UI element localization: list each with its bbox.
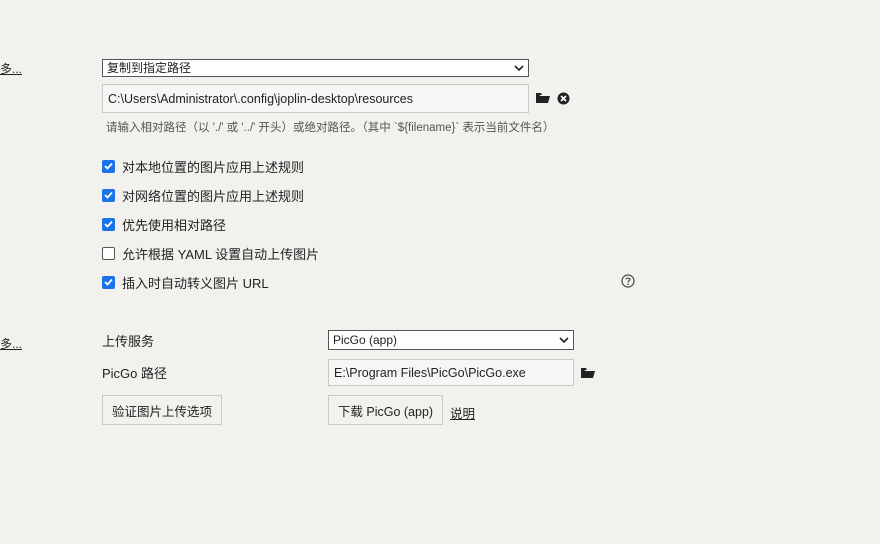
picgo-path-input[interactable]: E:\Program Files\PicGo\PicGo.exe — [328, 359, 574, 386]
chevron-down-icon — [512, 61, 526, 75]
clear-circle-icon[interactable] — [555, 90, 571, 106]
more-link-image-insert[interactable]: 更多... — [0, 60, 22, 77]
copy-mode-select-value: 复制到指定路径 — [107, 61, 192, 75]
help-link[interactable]: 说明 — [450, 403, 475, 422]
picgo-path-label: PicGo 路径 — [102, 366, 168, 381]
image-path-input-value: C:\Users\Administrator\.config\joplin-de… — [108, 91, 413, 106]
checkbox-escape-url[interactable] — [102, 275, 115, 289]
checkbox-row-yaml-upload[interactable]: 允许根据 YAML 设置自动上传图片 — [102, 244, 319, 262]
checkbox-row-relative-path[interactable]: 优先使用相对路径 — [102, 215, 226, 233]
upload-service-select[interactable]: PicGo (app) — [328, 330, 574, 350]
folder-icon[interactable] — [580, 365, 596, 381]
image-path-input[interactable]: C:\Users\Administrator\.config\joplin-de… — [102, 84, 529, 113]
checkbox-label: 对网络位置的图片应用上述规则 — [122, 188, 305, 204]
checkbox-row-escape-url[interactable]: 插入时自动转义图片 URL — [102, 273, 269, 291]
checkbox-row-network-images[interactable]: 对网络位置的图片应用上述规则 — [102, 186, 304, 204]
chevron-down-icon — [557, 333, 571, 347]
copy-mode-select[interactable]: 复制到指定路径 — [102, 59, 529, 77]
path-hint-text: 请输入相对路径（以 './' 或 '../' 开头）或绝对路径。（其中 `${f… — [106, 122, 555, 134]
more-link-upload[interactable]: 更多... — [0, 335, 22, 352]
download-picgo-button[interactable]: 下载 PicGo (app) — [328, 395, 443, 425]
folder-icon[interactable] — [535, 90, 551, 106]
verify-upload-button[interactable]: 验证图片上传选项 — [102, 395, 222, 425]
checkbox-label: 优先使用相对路径 — [122, 217, 227, 233]
checkbox-label: 插入时自动转义图片 URL — [122, 275, 269, 291]
checkbox-relative-path[interactable] — [102, 217, 115, 231]
checkbox-yaml-upload[interactable] — [102, 246, 115, 260]
checkbox-row-local-images[interactable]: 对本地位置的图片应用上述规则 — [102, 157, 304, 175]
checkbox-label: 允许根据 YAML 设置自动上传图片 — [122, 246, 320, 262]
checkbox-local-images[interactable] — [102, 159, 115, 173]
checkbox-network-images[interactable] — [102, 188, 115, 202]
picgo-path-input-value: E:\Program Files\PicGo\PicGo.exe — [334, 365, 526, 380]
checkbox-label: 对本地位置的图片应用上述规则 — [122, 159, 305, 175]
upload-service-select-value: PicGo (app) — [333, 333, 398, 347]
help-circle-icon[interactable] — [620, 273, 636, 289]
upload-service-label: 上传服务 — [102, 334, 155, 349]
